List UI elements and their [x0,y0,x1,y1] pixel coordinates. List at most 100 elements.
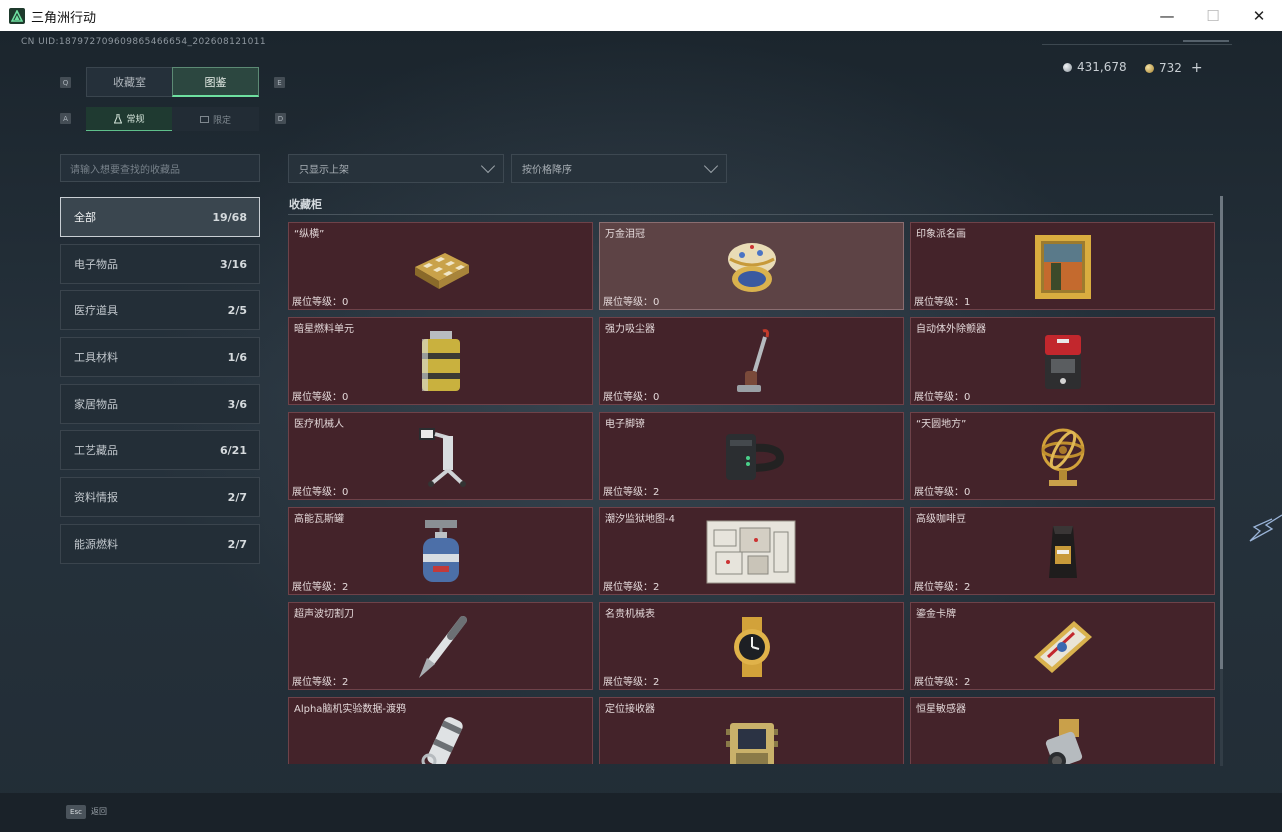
chevron-down-icon [703,158,719,174]
category-count: 19/68 [212,210,247,224]
category-label: 家居物品 [74,398,118,411]
item-name: 高能瓦斯罐 [294,514,344,525]
item-card[interactable]: 潮汐监狱地图-4 展位等级：2 [599,507,904,595]
vacuum-cleaner-icon [712,326,792,398]
key-hint-q: Q [60,77,71,88]
gold-amount: 732 [1159,61,1182,75]
defibrillator-icon [1023,326,1103,398]
subtab-limited[interactable]: 限定 [172,107,259,131]
section-title: 收藏柜 [289,198,322,211]
header-accent [1183,40,1229,42]
category-intel[interactable]: 资料情报 2/7 [60,477,260,517]
header-divider [1042,44,1232,45]
booth-level: 展位等级：0 [292,297,349,308]
category-household[interactable]: 家居物品 3/6 [60,384,260,424]
booth-level: 展位等级：2 [292,677,349,688]
category-count: 2/7 [227,490,247,504]
maximize-button[interactable]: ☐ [1190,0,1236,31]
framed-painting-icon [1023,231,1103,303]
category-label: 能源燃料 [74,538,118,551]
item-name: “天圆地方” [916,419,967,430]
item-name: 医疗机械人 [294,419,344,430]
booth-level: 展位等级：2 [603,582,660,593]
category-count: 2/7 [227,537,247,551]
minimize-button[interactable]: — [1144,0,1190,31]
item-name: 鎏金卡牌 [916,609,956,620]
booth-level: 展位等级：0 [914,487,971,498]
data-canister-icon [401,706,481,764]
item-name: 恒星敏感器 [916,704,966,715]
coffee-bag-icon [1023,516,1103,588]
gold-currency: 732 + [1145,60,1203,76]
item-card[interactable]: 定位接收器 [599,697,904,764]
item-name: 强力吸尘器 [605,324,655,335]
chess-box-icon [401,231,481,303]
category-label: 电子物品 [74,258,118,271]
item-card[interactable]: 高能瓦斯罐 展位等级：2 [288,507,593,595]
category-label: 工具材料 [74,351,118,364]
category-crafts[interactable]: 工艺藏品 6/21 [60,430,260,470]
item-card[interactable]: 名贵机械表 展位等级：2 [599,602,904,690]
item-card[interactable]: 万金泪冠 展位等级：0 [599,222,904,310]
subtab-normal[interactable]: 常规 [86,107,173,131]
section-divider [288,214,1213,215]
gas-canister-icon [401,516,481,588]
item-card[interactable]: 超声波切割刀 展位等级：2 [288,602,593,690]
booth-level: 展位等级：0 [914,392,971,403]
prison-map-icon [705,516,797,588]
item-card[interactable]: 电子脚镣 展位等级：2 [599,412,904,500]
item-name: “纵横” [294,229,325,240]
player-uid: CN UID:187972709609865466654_20260812101… [21,37,266,47]
subtab-normal-label: 常规 [126,115,145,125]
category-all[interactable]: 全部 19/68 [60,197,260,237]
category-medical[interactable]: 医疗道具 2/5 [60,290,260,330]
item-card[interactable]: 强力吸尘器 展位等级：0 [599,317,904,405]
esc-key-hint[interactable]: Esc [66,805,86,819]
close-button[interactable]: ✕ [1236,0,1282,31]
item-card[interactable]: 医疗机械人 展位等级：0 [288,412,593,500]
item-name: 万金泪冠 [605,229,645,240]
game-viewport: CN UID:187972709609865466654_20260812101… [0,31,1282,832]
fuel-cell-icon [401,326,481,398]
item-card[interactable]: 自动体外除颤器 展位等级：0 [910,317,1215,405]
item-card[interactable]: “天圆地方” 展位等级：0 [910,412,1215,500]
window-titlebar: 三角洲行动 — ☐ ✕ [0,0,1282,32]
item-card[interactable]: 高级咖啡豆 展位等级：2 [910,507,1215,595]
category-count: 2/5 [227,303,247,317]
category-count: 3/16 [220,257,247,271]
item-card[interactable]: 印象派名画 展位等级：1 [910,222,1215,310]
category-tools[interactable]: 工具材料 1/6 [60,337,260,377]
subtab-limited-label: 限定 [212,115,231,126]
booth-level: 展位等级：2 [914,582,971,593]
item-card[interactable]: 恒星敏感器 [910,697,1215,764]
search-input[interactable]: 请输入想要查找的收藏品 [60,154,260,182]
category-label: 资料情报 [74,491,118,504]
grid-scrollbar-thumb[interactable] [1220,196,1223,669]
item-name: Alpha脑机实验数据-渡鸦 [294,704,407,715]
item-name: 暗星燃料单元 [294,324,354,335]
silver-currency: 431,678 [1063,60,1127,74]
category-electronics[interactable]: 电子物品 3/16 [60,244,260,284]
booth-level: 展位等级：2 [603,677,660,688]
item-card[interactable]: “纵横” 展位等级：0 [288,222,593,310]
window-title: 三角洲行动 [31,11,97,26]
tab-collection-room[interactable]: 收藏室 [86,67,173,97]
booth-level: 展位等级：0 [603,392,660,403]
flask-icon [114,113,123,123]
sort-dropdown[interactable]: 按价格降序 [511,154,727,183]
booth-level: 展位等级：0 [292,487,349,498]
item-name: 超声波切割刀 [294,609,354,620]
category-count: 6/21 [220,443,247,457]
back-button[interactable]: 返回 [91,806,107,817]
item-card[interactable]: Alpha脑机实验数据-渡鸦 [288,697,593,764]
shelf-filter-dropdown[interactable]: 只显示上架 [288,154,504,183]
add-currency-button[interactable]: + [1191,60,1203,76]
tab-catalog[interactable]: 图鉴 [172,67,259,97]
chevron-down-icon [480,158,496,174]
gold-coin-icon [1145,63,1154,73]
badge-icon [199,115,209,123]
item-card[interactable]: 鎏金卡牌 展位等级：2 [910,602,1215,690]
category-energy[interactable]: 能源燃料 2/7 [60,524,260,564]
locator-receiver-icon [712,706,792,764]
item-card[interactable]: 暗星燃料单元 展位等级：0 [288,317,593,405]
